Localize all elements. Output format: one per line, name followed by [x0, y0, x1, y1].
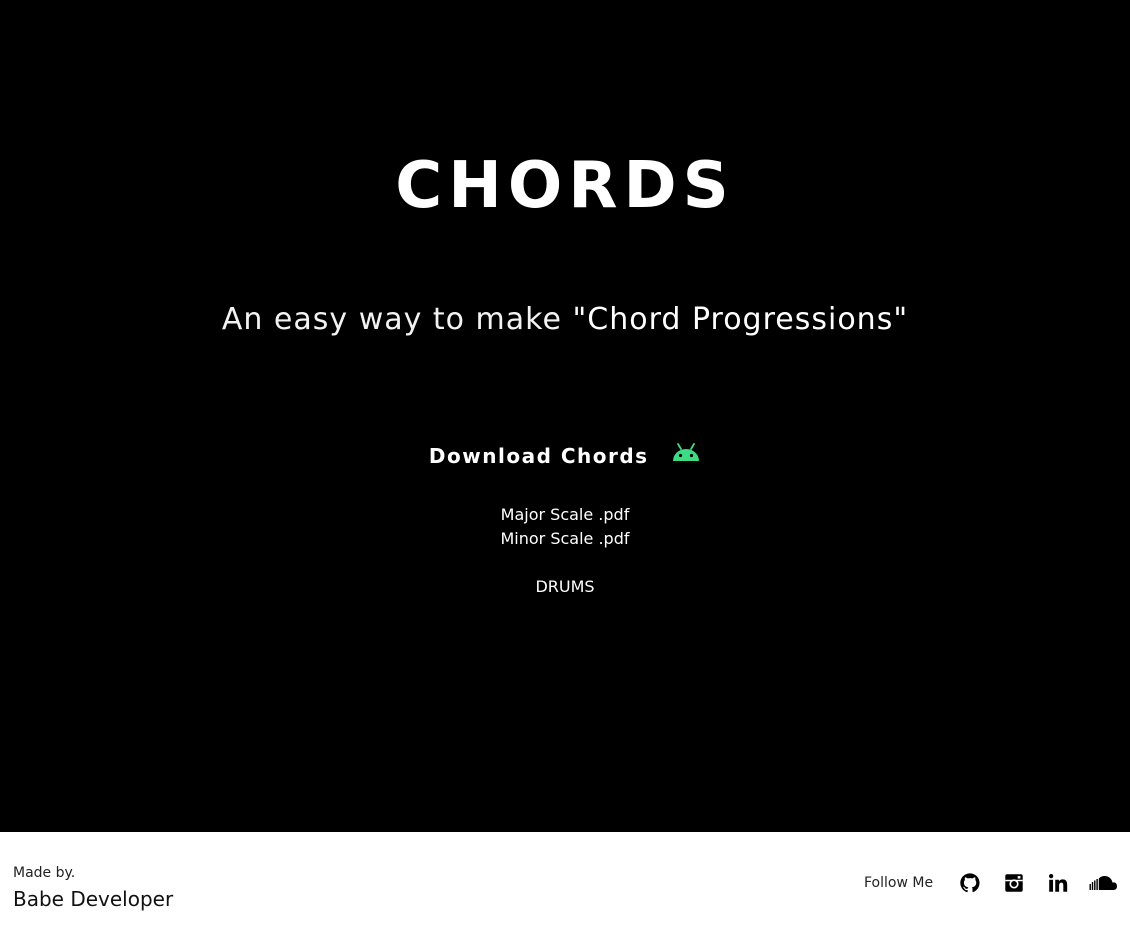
minor-scale-pdf-link[interactable]: Minor Scale .pdf [0, 527, 1130, 551]
download-chords-label: Download Chords [428, 444, 649, 468]
footer: Made by. Babe Developer Follow Me [0, 832, 1130, 937]
soundcloud-icon[interactable] [1089, 872, 1117, 894]
download-chords-link[interactable]: Download Chords [0, 440, 1130, 474]
file-list: Major Scale .pdf Minor Scale .pdf [0, 503, 1130, 551]
linkedin-icon[interactable] [1047, 872, 1069, 894]
hero-section: CHORDS An easy way to make "Chord Progre… [0, 0, 1130, 832]
github-icon[interactable] [959, 872, 981, 894]
drums-link[interactable]: DRUMS [0, 575, 1130, 599]
subtitle: An easy way to make "Chord Progressions" [0, 298, 1130, 342]
made-by-label: Made by. [13, 865, 76, 881]
follow-me-label: Follow Me [864, 875, 934, 891]
page-title: CHORDS [395, 149, 735, 223]
subtitle-text: An easy way to make [221, 302, 573, 337]
android-icon [671, 439, 701, 471]
developer-name: Babe Developer [13, 887, 174, 911]
subtitle-highlight: "Chord Progressions" [572, 302, 909, 337]
instagram-icon[interactable] [1003, 872, 1025, 894]
major-scale-pdf-link[interactable]: Major Scale .pdf [0, 503, 1130, 527]
